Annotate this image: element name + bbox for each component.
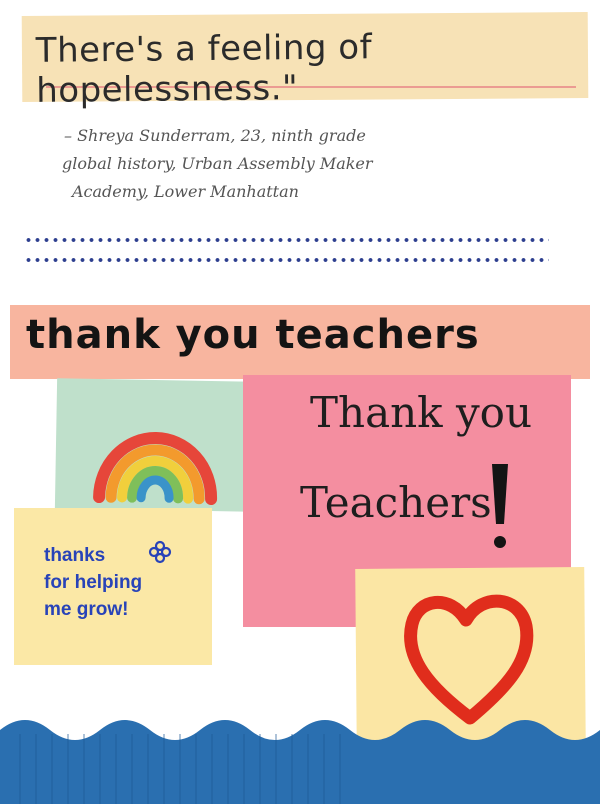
rainbow-card (54, 378, 254, 512)
dotted-divider (24, 257, 549, 263)
wave-border (0, 714, 600, 804)
note-line: for helping (44, 572, 143, 593)
quote-text: There's a feeling of hopelessness." (35, 27, 373, 111)
flower-icon (148, 540, 172, 564)
pink-card-line2: Teachers (300, 478, 492, 527)
note-line: me grow! (44, 599, 129, 620)
attribution-line: – Shreya Sunderram, 23, ninth grade (64, 126, 366, 145)
note-line: thanks (44, 545, 106, 566)
thank-you-banner-text: thank you teachers (26, 312, 480, 358)
dotted-divider (24, 237, 549, 243)
pink-card-line1: Thank you (310, 388, 533, 437)
exclamation-icon (478, 458, 522, 554)
rainbow-icon (93, 432, 218, 506)
attribution-line: Academy, Lower Manhattan (72, 182, 299, 201)
quote-attribution: – Shreya Sunderram, 23, ninth grade glob… (62, 122, 484, 206)
note-text: thanks for helping me grow! (44, 542, 204, 623)
attribution-line: global history, Urban Assembly Maker (62, 154, 373, 173)
